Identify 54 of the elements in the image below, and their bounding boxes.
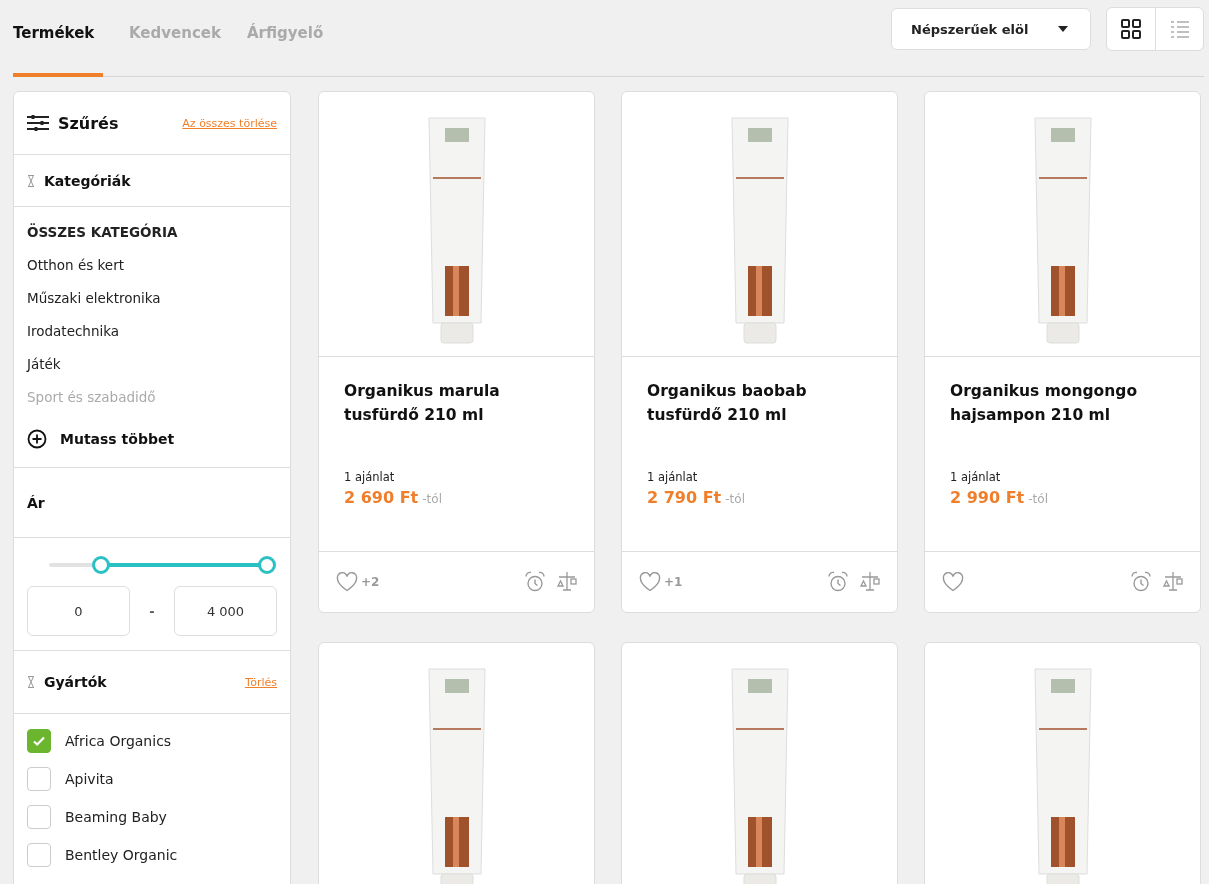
hourglass-icon xyxy=(27,174,35,187)
price-suffix: -tól xyxy=(422,492,442,506)
checkbox[interactable] xyxy=(27,729,51,753)
caret-icon xyxy=(1058,26,1068,32)
scale-button[interactable] xyxy=(1162,571,1184,593)
category-link[interactable]: Irodatechnika xyxy=(27,318,277,351)
product-card[interactable]: Organikus mongongo hajsampon 210 ml 1 ajánlat 2 990 Ft -tól xyxy=(924,91,1201,613)
alarm-clock-button[interactable] xyxy=(827,571,849,593)
max-price-field[interactable]: 4 000 xyxy=(174,586,277,636)
filter-title: Szűrés xyxy=(58,113,119,133)
category-link[interactable]: Otthon és kert xyxy=(27,252,277,285)
brand-label: Bentley Organic xyxy=(65,847,178,863)
list-icon xyxy=(1169,19,1190,39)
sliders-icon xyxy=(27,115,49,131)
product-name[interactable]: Organikus marula tusfürdő 210 ml xyxy=(344,379,569,427)
scale-button[interactable] xyxy=(859,571,881,593)
product-name[interactable]: Organikus baobab tusfürdő 210 ml xyxy=(647,379,872,427)
grid-icon xyxy=(1121,19,1141,39)
offer-count: 1 ajánlat xyxy=(950,470,1002,484)
price-suffix: -tól xyxy=(725,492,745,506)
checkbox[interactable] xyxy=(27,843,51,867)
alarm-clock-button[interactable] xyxy=(524,571,546,593)
category-link[interactable]: Játék xyxy=(27,351,277,384)
favorite-button[interactable] xyxy=(942,572,964,592)
section-title: Gyártók xyxy=(44,674,107,690)
brand-label: Apivita xyxy=(65,771,114,787)
slider-handle[interactable] xyxy=(258,556,276,574)
price: 2 690 Ft xyxy=(344,488,419,507)
checkbox[interactable] xyxy=(27,767,51,791)
slider-handle[interactable] xyxy=(92,556,111,574)
tab[interactable]: Termékek xyxy=(13,0,103,77)
offer-count: 1 ajánlat xyxy=(647,470,699,484)
hourglass-icon xyxy=(27,676,35,688)
section-title: Ár xyxy=(27,494,45,511)
scale-button[interactable] xyxy=(556,571,578,593)
brand-label: Beaming Baby xyxy=(65,809,167,825)
offer-count: 1 ajánlat xyxy=(344,470,396,484)
plus-circle-icon xyxy=(27,429,47,449)
range-separator: - xyxy=(149,603,155,619)
section-title: Kategóriák xyxy=(44,172,131,189)
product-card[interactable]: Organikus marula tusfürdő 210 ml 1 ajánlat 2 690 Ft -tól +2 xyxy=(318,91,595,613)
category-link[interactable]: ÖSSZES KATEGÓRIA xyxy=(27,219,277,252)
price: 2 790 Ft xyxy=(647,488,722,507)
category-link[interactable]: Műszaki elektronika xyxy=(27,285,277,318)
brand-label: Africa Organics xyxy=(65,733,172,749)
product-card[interactable]: Organikus baobab tusfürdő 210 ml 1 ajánlat 2 790 Ft -tól +1 xyxy=(621,91,898,613)
checkbox[interactable] xyxy=(27,805,51,829)
min-price-field[interactable]: 0 xyxy=(27,586,130,636)
sort-dropdown[interactable]: Népszerűek elöl xyxy=(891,8,1091,50)
show-more-button[interactable]: Mutass többet xyxy=(27,419,277,459)
price: 2 990 Ft xyxy=(950,488,1025,507)
product-name[interactable]: Organikus mongongo hajsampon 210 ml xyxy=(950,379,1175,427)
alarm-clock-button[interactable] xyxy=(1130,571,1152,593)
price-suffix: -tól xyxy=(1028,492,1048,506)
